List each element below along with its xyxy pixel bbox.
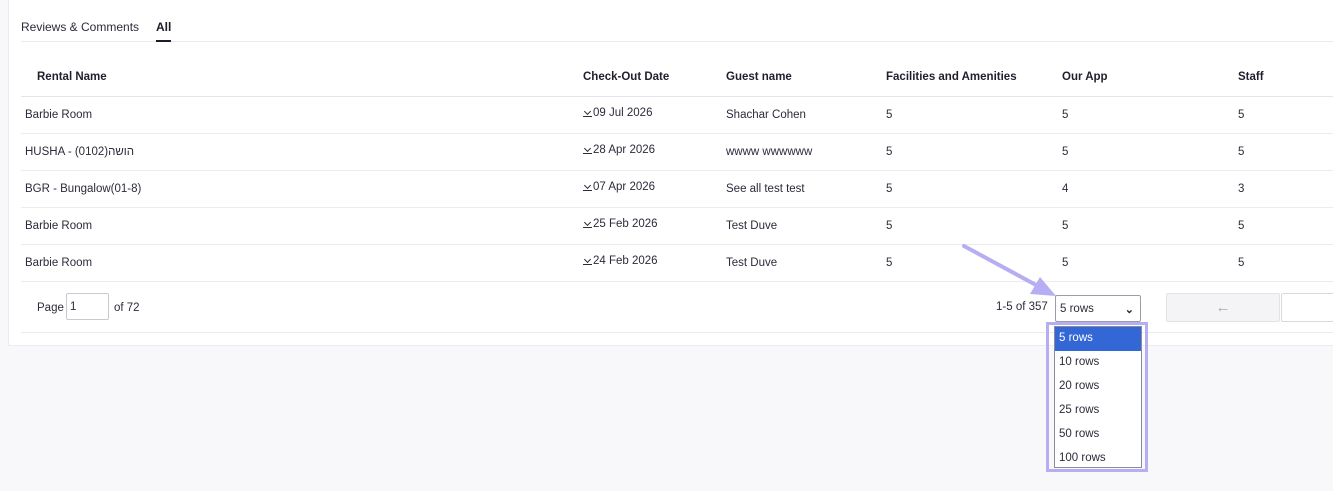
guest-name: Test Duve [726, 220, 778, 232]
col-rental-name[interactable]: Rental Name [37, 71, 107, 83]
rental-name: HUSHA - (0102)הושה [25, 146, 135, 158]
download-icon [583, 182, 592, 191]
download-icon [583, 108, 592, 117]
checkout-date: 25 Feb 2026 [583, 218, 658, 230]
page-number-input[interactable] [66, 293, 109, 320]
our-app-score: 5 [1062, 257, 1069, 269]
table-header: Rental Name Check-Out Date Guest name Fa… [21, 60, 1333, 97]
download-icon [583, 256, 592, 265]
rental-name: Barbie Room [25, 109, 93, 121]
col-guest-name[interactable]: Guest name [726, 71, 792, 83]
next-page-button[interactable]: → [1281, 293, 1333, 322]
tab-reviews-comments[interactable]: Reviews & Comments [21, 20, 139, 34]
rows-option[interactable]: 5 rows [1055, 327, 1141, 351]
previous-page-button[interactable]: ← [1166, 293, 1280, 322]
staff-score: 5 [1238, 257, 1245, 269]
facilities-score: 5 [886, 257, 893, 269]
guest-name: Test Duve [726, 257, 778, 269]
our-app-score: 4 [1062, 183, 1069, 195]
col-our-app[interactable]: Our App [1062, 71, 1108, 83]
page-label: Page [37, 302, 64, 314]
facilities-score: 5 [886, 109, 893, 121]
checkout-date: 09 Jul 2026 [583, 107, 652, 119]
table-row[interactable]: BGR - Bungalow(01-8) 07 Apr 2026 See all… [21, 171, 1333, 208]
staff-score: 3 [1238, 183, 1245, 195]
guest-name: See all test test [726, 183, 805, 195]
download-icon [583, 145, 592, 154]
tab-bar: Reviews & Comments All [21, 0, 1333, 42]
reviews-panel: Reviews & Comments All Rental Name Check… [8, 0, 1333, 346]
rows-per-page-dropdown: 5 rows 10 rows 20 rows 25 rows 50 rows 1… [1054, 326, 1142, 468]
rows-option[interactable]: 10 rows [1055, 351, 1141, 375]
our-app-score: 5 [1062, 109, 1069, 121]
facilities-score: 5 [886, 183, 893, 195]
rows-select-value: 5 rows [1060, 303, 1094, 315]
col-facilities[interactable]: Facilities and Amenities [886, 71, 1017, 83]
checkout-date: 07 Apr 2026 [583, 181, 655, 193]
table-row[interactable]: HUSHA - (0102)הושה 28 Apr 2026 wwww wwww… [21, 134, 1333, 171]
staff-score: 5 [1238, 146, 1245, 158]
facilities-score: 5 [886, 220, 893, 232]
col-checkout-date[interactable]: Check-Out Date [583, 71, 669, 83]
guest-name: wwww wwwwww [726, 146, 813, 158]
rows-per-page-select[interactable]: 5 rows ⌄ [1055, 295, 1141, 322]
staff-score: 5 [1238, 109, 1245, 121]
table-row[interactable]: Barbie Room 09 Jul 2026 Shachar Cohen 5 … [21, 97, 1333, 134]
rows-option[interactable]: 25 rows [1055, 399, 1141, 423]
chevron-down-icon: ⌄ [1124, 304, 1134, 316]
our-app-score: 5 [1062, 146, 1069, 158]
page-count-label: of 72 [114, 302, 140, 314]
reviews-table: Rental Name Check-Out Date Guest name Fa… [21, 60, 1333, 333]
range-label: 1-5 of 357 [996, 301, 1048, 313]
table-row[interactable]: Barbie Room 25 Feb 2026 Test Duve 5 5 5 [21, 208, 1333, 245]
facilities-score: 5 [886, 146, 893, 158]
table-row[interactable]: Barbie Room 24 Feb 2026 Test Duve 5 5 5 [21, 245, 1333, 282]
rental-name: Barbie Room [25, 257, 93, 269]
download-icon [583, 219, 592, 228]
rental-name: Barbie Room [25, 220, 93, 232]
our-app-score: 5 [1062, 220, 1069, 232]
rental-name: BGR - Bungalow(01-8) [25, 183, 142, 195]
arrow-left-icon: ← [1215, 299, 1231, 316]
checkout-date: 24 Feb 2026 [583, 255, 658, 267]
checkout-date: 28 Apr 2026 [583, 144, 655, 156]
rows-option[interactable]: 100 rows [1055, 447, 1141, 471]
col-staff[interactable]: Staff [1238, 71, 1264, 83]
rows-option[interactable]: 20 rows [1055, 375, 1141, 399]
rows-option[interactable]: 50 rows [1055, 423, 1141, 447]
tab-all[interactable]: All [156, 20, 172, 42]
staff-score: 5 [1238, 220, 1245, 232]
guest-name: Shachar Cohen [726, 109, 806, 121]
